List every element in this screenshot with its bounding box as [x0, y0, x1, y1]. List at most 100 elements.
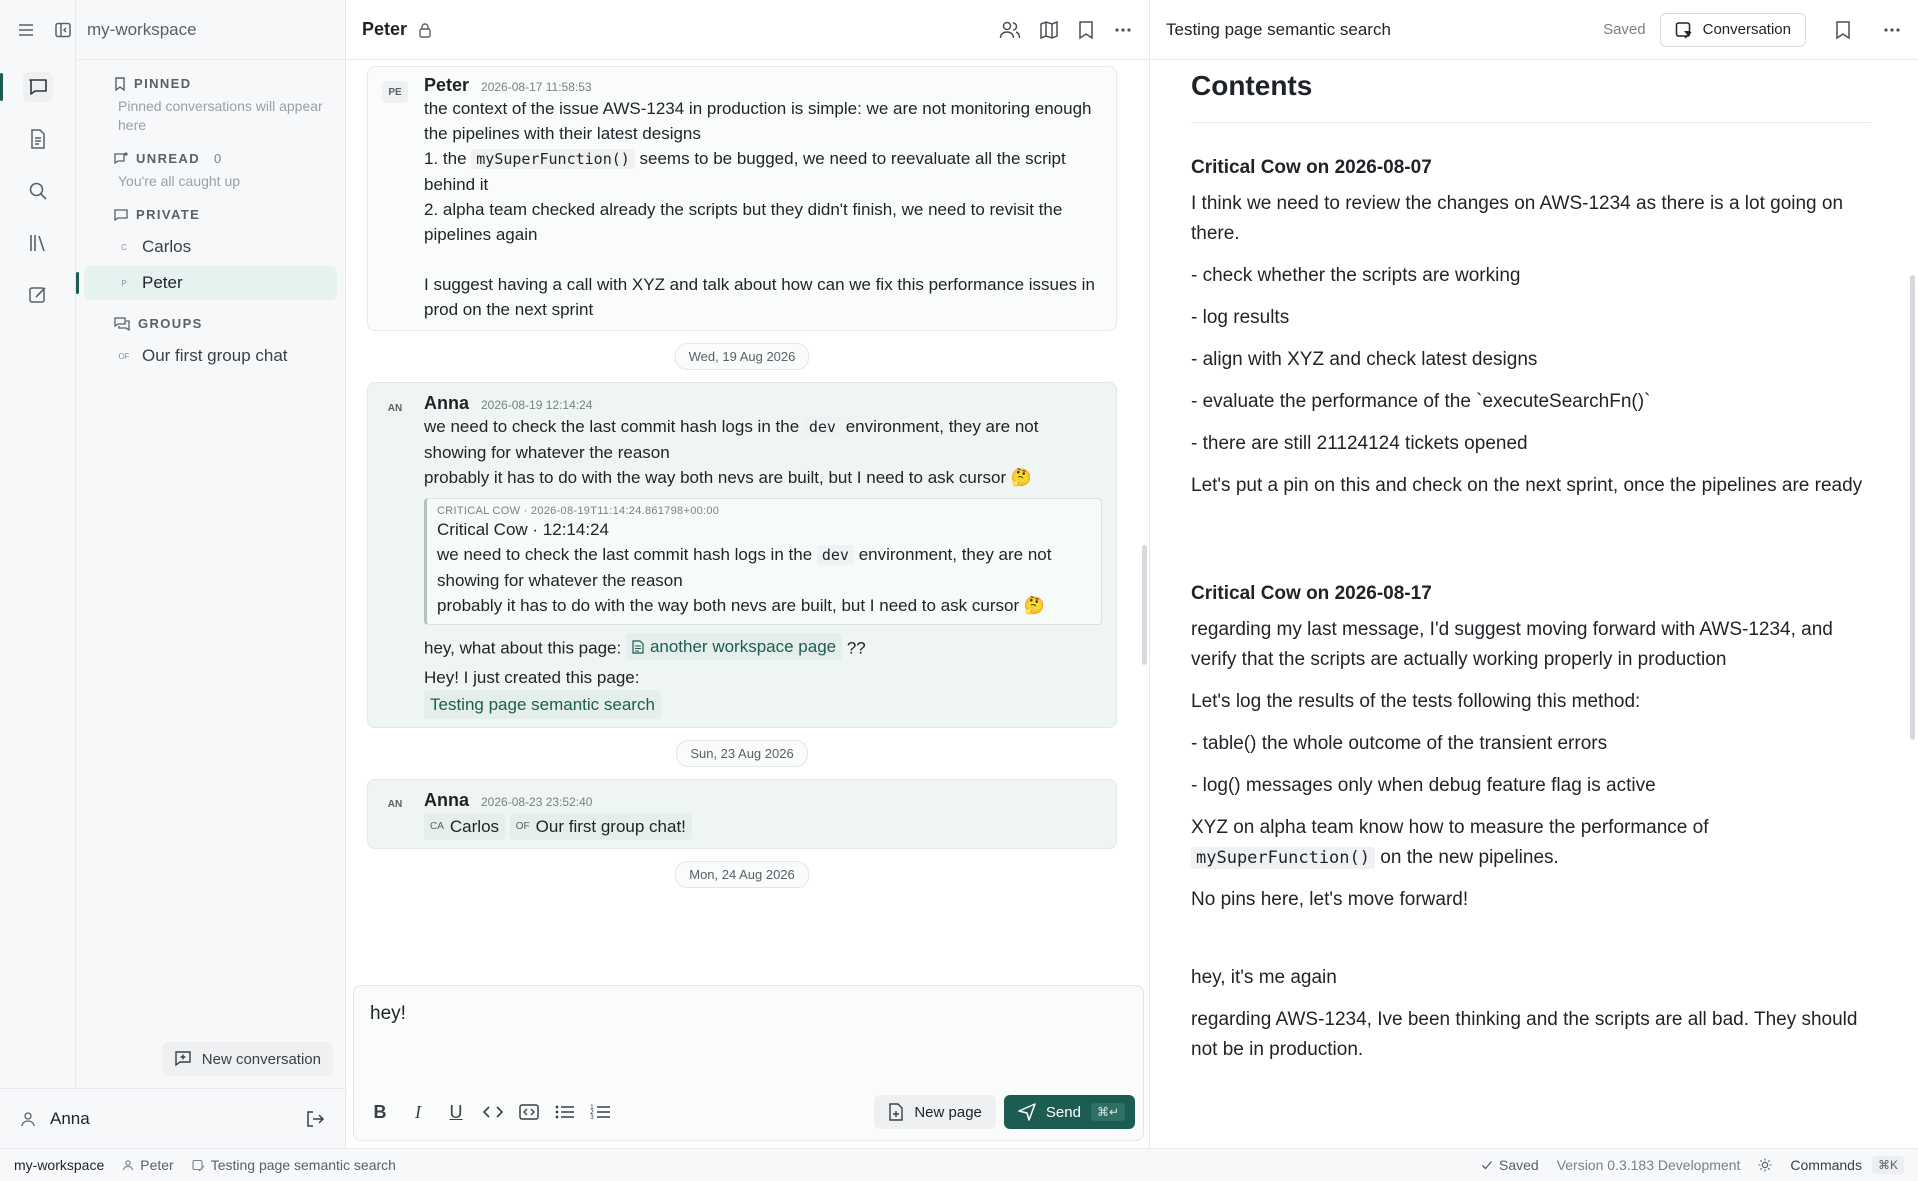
message-text: 2. alpha team checked already the script… — [424, 200, 1063, 244]
mention-carlos[interactable]: CA Carlos — [424, 812, 506, 840]
workspace-name[interactable]: my-workspace — [76, 0, 345, 60]
paragraph: - align with XYZ and check latest design… — [1191, 349, 1538, 370]
sidebar-item-peter[interactable]: P Peter — [76, 266, 337, 300]
new-conversation-button[interactable]: New conversation — [161, 1042, 333, 1076]
message-time: 2026-08-17 11:58:53 — [481, 80, 592, 94]
library-icon[interactable] — [23, 228, 53, 258]
send-button[interactable]: Send ⌘↵ — [1003, 1095, 1135, 1129]
quote-meta: CRITICAL COW · 2026-08-19T11:14:24.86179… — [437, 505, 720, 517]
code-icon[interactable] — [482, 1103, 504, 1121]
more-icon[interactable] — [1882, 20, 1902, 40]
paragraph: I think we need to review the changes on… — [1191, 193, 1844, 244]
paragraph: - check whether the scripts are working — [1191, 265, 1521, 286]
menu-icon[interactable] — [14, 18, 38, 42]
quoted-message[interactable]: CRITICAL COW · 2026-08-19T11:14:24.86179… — [424, 498, 1102, 625]
message-text: Hey! I just created this page: — [424, 667, 640, 687]
document-icon[interactable] — [23, 124, 53, 154]
chat-icon[interactable] — [22, 72, 53, 102]
status-page[interactable]: Testing page semantic search — [192, 1157, 396, 1173]
sidebar-item-carlos[interactable]: C Carlos — [84, 230, 337, 264]
date-separator: Wed, 19 Aug 2026 — [674, 343, 810, 370]
document-icon — [632, 639, 644, 654]
message-peter[interactable]: PE Peter 2026-08-17 11:58:53 the context… — [367, 66, 1117, 331]
check-icon — [1481, 1159, 1493, 1171]
italic-icon[interactable]: I — [406, 1102, 430, 1123]
mention-group-chat[interactable]: OF Our first group chat! — [509, 812, 692, 840]
document-panel: Testing page semantic search Saved Conve… — [1151, 0, 1918, 1148]
conversation-sidebar: my-workspace PINNED Pinned conversations… — [76, 0, 346, 1088]
message-text: the context of the issue AWS-1234 in pro… — [424, 99, 1092, 143]
pinned-note: Pinned conversations will appear here — [118, 98, 323, 133]
document-title[interactable]: Testing page semantic search — [1166, 20, 1391, 40]
message-text: hey, what about this page: another works… — [424, 633, 1102, 661]
avatar: AN — [387, 799, 403, 810]
commands-button[interactable]: Commands ⌘K — [1790, 1156, 1904, 1174]
message-icon — [114, 208, 128, 222]
bookmark-icon[interactable] — [1834, 20, 1852, 40]
paragraph: - log results — [1191, 307, 1290, 328]
private-label: PRIVATE — [136, 207, 201, 222]
paragraph: hey, it's me again — [1191, 967, 1337, 988]
bullet-list-icon[interactable] — [554, 1103, 576, 1121]
message-time: 2026-08-23 23:52:40 — [481, 794, 593, 809]
status-conversation[interactable]: Peter — [122, 1157, 174, 1173]
numbered-list-icon[interactable]: 123 — [590, 1103, 612, 1121]
lock-icon — [417, 22, 433, 38]
page-link[interactable]: another workspace page — [625, 633, 843, 660]
map-icon[interactable] — [1039, 20, 1059, 40]
document-header: Testing page semantic search Saved Conve… — [1151, 0, 1918, 60]
bold-icon[interactable]: B — [368, 1102, 392, 1123]
bookmark-icon[interactable] — [1077, 20, 1095, 40]
collapse-sidebar-icon[interactable] — [52, 18, 76, 42]
code-block-icon[interactable] — [518, 1103, 540, 1121]
date-separator: Sun, 23 Aug 2026 — [676, 739, 808, 767]
user-bar: Anna — [0, 1088, 346, 1148]
date-separator: Mon, 24 Aug 2026 — [675, 860, 809, 888]
quote-text: probably it has to do with the way both … — [437, 596, 1045, 615]
message-text: we need to check the last commit hash lo… — [424, 417, 1039, 462]
sidebar-item-label: Carlos — [142, 237, 192, 256]
pinned-label: PINNED — [134, 76, 192, 91]
page-icon — [192, 1159, 205, 1172]
members-icon[interactable] — [999, 20, 1021, 40]
message-list[interactable]: PE Peter 2026-08-17 11:58:53 the context… — [347, 60, 1150, 972]
paragraph: - there are still 21124124 tickets opene… — [1191, 433, 1528, 454]
avatar: C — [121, 242, 127, 252]
svg-text:3: 3 — [590, 1114, 594, 1121]
message-composer[interactable]: hey! B I U 123 New page Send ⌘↵ — [353, 985, 1144, 1141]
chat-panel: Peter PE Peter 2026-08-17 11:58:53 the c… — [347, 0, 1150, 1148]
page-link[interactable]: Testing page semantic search — [424, 689, 661, 719]
chat-header: Peter — [347, 0, 1149, 60]
underline-icon[interactable]: U — [444, 1102, 468, 1123]
more-icon[interactable] — [1113, 20, 1133, 40]
group-chat-icon — [114, 316, 130, 331]
active-indicator — [0, 73, 3, 101]
pinned-section: PINNED Pinned conversations will appear … — [76, 60, 345, 135]
status-workspace[interactable]: my-workspace — [14, 1157, 104, 1173]
search-icon[interactable] — [23, 176, 53, 206]
message-input[interactable]: hey! — [354, 986, 1143, 1076]
sidebar-item-group-chat[interactable]: OF Our first group chat — [84, 339, 337, 373]
paragraph: regarding AWS-1234, Ive been thinking an… — [1191, 1009, 1858, 1060]
unread-count: 0 — [214, 151, 222, 166]
paragraph: No pins here, let's move forward! — [1191, 889, 1469, 910]
document-body[interactable]: Contents Critical Cow on 2026-08-07 I th… — [1191, 64, 1871, 1144]
commands-shortcut: ⌘K — [1871, 1156, 1904, 1174]
chat-title: Peter — [362, 19, 408, 39]
new-page-icon — [888, 1103, 904, 1121]
avatar: AN — [387, 402, 403, 414]
message-anna[interactable]: AN Anna 2026-08-23 23:52:40 CA Carlos OF O… — [367, 778, 1117, 849]
avatar: P — [121, 278, 127, 288]
logout-icon[interactable] — [305, 1109, 325, 1129]
document-scrollbar[interactable] — [1910, 275, 1915, 740]
chat-scrollbar[interactable] — [1142, 545, 1147, 665]
compose-icon[interactable] — [23, 280, 53, 310]
current-user[interactable]: Anna — [20, 1109, 90, 1129]
conversation-button[interactable]: Conversation — [1659, 12, 1806, 47]
unread-icon — [114, 151, 128, 166]
message-text: I suggest having a call with XYZ and tal… — [424, 275, 1095, 319]
message-anna[interactable]: AN Anna 2026-08-19 12:14:24 we need to c… — [367, 382, 1117, 728]
avatar: PE — [382, 81, 408, 103]
new-page-button[interactable]: New page — [874, 1095, 996, 1129]
theme-toggle-icon[interactable] — [1758, 1158, 1772, 1172]
